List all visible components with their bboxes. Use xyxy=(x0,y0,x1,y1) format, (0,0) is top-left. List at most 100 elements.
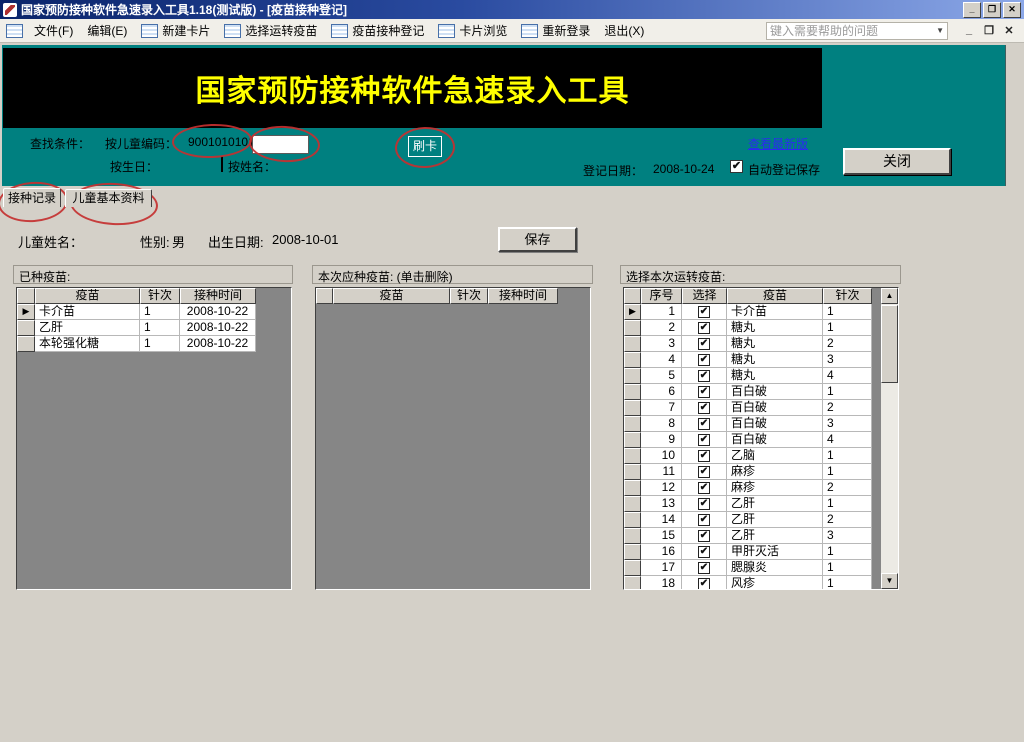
vaccine-checkbox[interactable]: ✔ xyxy=(698,306,710,318)
child-code-input[interactable] xyxy=(252,135,309,154)
menu-item[interactable]: 疫苗接种登记 xyxy=(324,20,431,42)
minimize-button[interactable]: _ xyxy=(963,2,981,18)
vaccine-checkbox[interactable]: ✔ xyxy=(698,402,710,414)
checkbox-cell[interactable]: ✔ xyxy=(682,368,727,384)
latest-version-link[interactable]: 查看最新版 xyxy=(748,135,808,152)
table-row[interactable]: 7✔百白破2 xyxy=(624,400,898,416)
menu-item[interactable]: 选择运转疫苗 xyxy=(217,20,324,42)
menu-item[interactable]: 退出(X) xyxy=(597,20,651,42)
restore-button[interactable]: ❐ xyxy=(983,2,1001,18)
table-row[interactable]: 17✔腮腺炎1 xyxy=(624,560,898,576)
checkbox-cell[interactable]: ✔ xyxy=(682,416,727,432)
chevron-down-icon[interactable]: ▼ xyxy=(936,26,944,35)
checkbox-cell[interactable]: ✔ xyxy=(682,336,727,352)
row-selector-cell[interactable] xyxy=(624,432,641,448)
row-selector-cell[interactable] xyxy=(624,400,641,416)
checkbox-cell[interactable]: ✔ xyxy=(682,464,727,480)
table-row[interactable]: 5✔糖丸4 xyxy=(624,368,898,384)
vaccine-checkbox[interactable]: ✔ xyxy=(698,546,710,558)
menu-item[interactable]: 新建卡片 xyxy=(134,20,217,42)
vaccine-checkbox[interactable]: ✔ xyxy=(698,450,710,462)
app-icon[interactable] xyxy=(3,3,17,17)
vaccine-checkbox[interactable]: ✔ xyxy=(698,498,710,510)
checkbox-cell[interactable]: ✔ xyxy=(682,432,727,448)
vaccine-checkbox[interactable]: ✔ xyxy=(698,338,710,350)
row-selector-cell[interactable] xyxy=(624,368,641,384)
table-row[interactable]: 18✔风疹1 xyxy=(624,576,898,590)
table-row[interactable]: 10✔乙脑1 xyxy=(624,448,898,464)
table-row[interactable]: ▶卡介苗12008-10-22 xyxy=(17,304,291,320)
close-window-button[interactable]: ✕ xyxy=(1003,2,1021,18)
vaccine-checkbox[interactable]: ✔ xyxy=(698,354,710,366)
row-selector-cell[interactable] xyxy=(624,544,641,560)
row-selector-cell[interactable] xyxy=(624,560,641,576)
row-selector-cell[interactable]: ▶ xyxy=(17,304,35,320)
mdi-restore-button[interactable]: ❐ xyxy=(982,24,996,37)
tab-vaccination-record[interactable]: 接种记录 xyxy=(3,188,61,207)
row-selector-cell[interactable] xyxy=(624,352,641,368)
checkbox-cell[interactable]: ✔ xyxy=(682,528,727,544)
table-row[interactable]: 12✔麻疹2 xyxy=(624,480,898,496)
vaccine-checkbox[interactable]: ✔ xyxy=(698,466,710,478)
vertical-scrollbar[interactable]: ▲ ▼ xyxy=(881,288,898,589)
table-row[interactable]: 14✔乙肝2 xyxy=(624,512,898,528)
table-row[interactable]: 2✔糖丸1 xyxy=(624,320,898,336)
table-row[interactable]: 16✔甲肝灭活1 xyxy=(624,544,898,560)
row-selector-cell[interactable] xyxy=(624,384,641,400)
row-selector-cell[interactable] xyxy=(624,528,641,544)
vaccine-checkbox[interactable]: ✔ xyxy=(698,482,710,494)
scrollbar-thumb[interactable] xyxy=(881,305,898,383)
checkbox-cell[interactable]: ✔ xyxy=(682,480,727,496)
table-row[interactable]: 乙肝12008-10-22 xyxy=(17,320,291,336)
checkbox-cell[interactable]: ✔ xyxy=(682,496,727,512)
table-row[interactable]: 13✔乙肝1 xyxy=(624,496,898,512)
table-row[interactable]: 11✔麻疹1 xyxy=(624,464,898,480)
checkbox-cell[interactable]: ✔ xyxy=(682,352,727,368)
table-row[interactable]: 4✔糖丸3 xyxy=(624,352,898,368)
menu-item[interactable]: 重新登录 xyxy=(514,20,597,42)
vaccine-checkbox[interactable]: ✔ xyxy=(698,514,710,526)
scroll-down-icon[interactable]: ▼ xyxy=(881,573,898,589)
vaccine-checkbox[interactable]: ✔ xyxy=(698,562,710,574)
vaccine-checkbox[interactable]: ✔ xyxy=(698,370,710,382)
checkbox-cell[interactable]: ✔ xyxy=(682,544,727,560)
table-row[interactable]: 6✔百白破1 xyxy=(624,384,898,400)
menu-item[interactable]: 卡片浏览 xyxy=(431,20,514,42)
vaccine-checkbox[interactable]: ✔ xyxy=(698,578,710,590)
checkbox-cell[interactable]: ✔ xyxy=(682,320,727,336)
row-selector-cell[interactable] xyxy=(624,512,641,528)
row-selector-cell[interactable] xyxy=(624,416,641,432)
menu-item[interactable]: 编辑(E) xyxy=(80,20,134,42)
autosave-checkbox[interactable]: ✔ xyxy=(730,160,743,173)
vaccine-checkbox[interactable]: ✔ xyxy=(698,418,710,430)
table-row[interactable]: 本轮强化糖12008-10-22 xyxy=(17,336,291,352)
row-selector-cell[interactable] xyxy=(624,320,641,336)
table-row[interactable]: 15✔乙肝3 xyxy=(624,528,898,544)
row-selector-cell[interactable]: ▶ xyxy=(624,304,641,320)
help-question-box[interactable]: 键入需要帮助的问题 ▼ xyxy=(766,22,948,40)
menu-item[interactable]: 文件(F) xyxy=(27,20,80,42)
checkbox-cell[interactable]: ✔ xyxy=(682,512,727,528)
row-selector-cell[interactable] xyxy=(624,464,641,480)
checkbox-cell[interactable]: ✔ xyxy=(682,448,727,464)
row-selector-cell[interactable] xyxy=(624,576,641,590)
table-row[interactable]: 3✔糖丸2 xyxy=(624,336,898,352)
vaccine-checkbox[interactable]: ✔ xyxy=(698,386,710,398)
checkbox-cell[interactable]: ✔ xyxy=(682,384,727,400)
checkbox-cell[interactable]: ✔ xyxy=(682,560,727,576)
row-selector-cell[interactable] xyxy=(624,496,641,512)
row-selector-cell[interactable] xyxy=(17,320,35,336)
child-window-icon[interactable] xyxy=(6,24,23,38)
tab-child-basic-info[interactable]: 儿童基本资料 xyxy=(65,189,152,207)
vaccine-checkbox[interactable]: ✔ xyxy=(698,530,710,542)
row-selector-cell[interactable] xyxy=(624,336,641,352)
scroll-up-icon[interactable]: ▲ xyxy=(881,288,898,304)
checkbox-cell[interactable]: ✔ xyxy=(682,400,727,416)
mdi-minimize-button[interactable]: _ xyxy=(962,24,976,37)
row-selector-cell[interactable] xyxy=(624,448,641,464)
vaccine-checkbox[interactable]: ✔ xyxy=(698,322,710,334)
row-selector-cell[interactable] xyxy=(17,336,35,352)
mdi-close-button[interactable]: ✕ xyxy=(1002,24,1016,37)
table-row[interactable]: 9✔百白破4 xyxy=(624,432,898,448)
checkbox-cell[interactable]: ✔ xyxy=(682,304,727,320)
